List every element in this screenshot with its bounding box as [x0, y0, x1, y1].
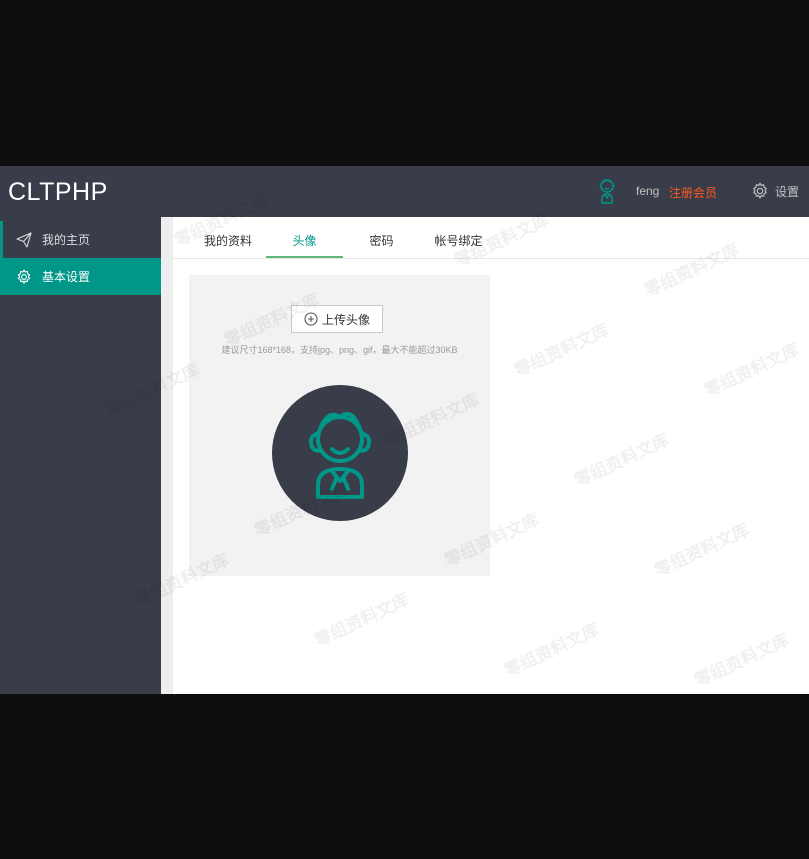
logo[interactable]: CLTPHP [8, 178, 108, 207]
upload-hint: 建议尺寸168*168，支持jpg、png、gif，最大不能超过30KB [221, 345, 458, 355]
sidebar-item-label: 我的主页 [42, 233, 91, 247]
tab-account-binding[interactable]: 帐号绑定 [420, 217, 497, 258]
tab-avatar[interactable]: 头像 [266, 217, 343, 258]
content-gutter [161, 217, 173, 694]
sidebar: 我的主页 基本设置 [0, 217, 161, 694]
avatar-preview-image [272, 385, 408, 521]
tab-my-profile[interactable]: 我的资料 [189, 217, 267, 258]
top-navbar: CLTPHP feng 注册会员 设置 [0, 166, 809, 217]
gear-icon [753, 182, 767, 199]
paper-plane-icon [16, 231, 32, 248]
sidebar-item-basic-settings[interactable]: 基本设置 [0, 258, 161, 295]
settings-label: 设置 [775, 184, 800, 199]
tab-password[interactable]: 密码 [343, 217, 420, 258]
sidebar-item-label: 基本设置 [42, 270, 91, 284]
app-window: CLTPHP feng 注册会员 设置 我的主页 基本设置 我的资料 头像 密码… [0, 166, 809, 694]
register-member-link[interactable]: 注册会员 [669, 184, 717, 201]
tab-bar: 我的资料 头像 密码 帐号绑定 [173, 217, 809, 259]
gear-icon [16, 268, 32, 285]
user-avatar-icon[interactable] [596, 177, 618, 205]
main-content: 我的资料 头像 密码 帐号绑定 上传头像 建议尺寸168*168，支持jpg、p… [173, 217, 809, 694]
upload-avatar-button[interactable]: 上传头像 [291, 305, 383, 333]
settings-button[interactable]: 设置 [751, 181, 799, 201]
avatar-upload-panel: 上传头像 建议尺寸168*168，支持jpg、png、gif，最大不能超过30K… [189, 275, 490, 576]
user-name[interactable]: feng [636, 184, 659, 198]
sidebar-item-home[interactable]: 我的主页 [0, 221, 161, 258]
plus-circle-icon [304, 312, 318, 326]
upload-avatar-label: 上传头像 [321, 312, 370, 327]
